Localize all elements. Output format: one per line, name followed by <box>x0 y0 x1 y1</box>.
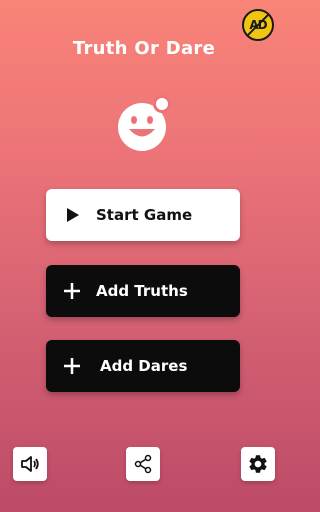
smiley-logo-icon <box>118 95 171 151</box>
add-truths-button[interactable]: Add Truths <box>46 265 240 317</box>
add-dares-label: Add Dares <box>100 357 188 375</box>
no-ads-icon <box>244 11 272 39</box>
gear-icon <box>249 455 267 473</box>
sound-toggle-button[interactable] <box>13 447 47 481</box>
share-button[interactable] <box>126 447 160 481</box>
plus-icon <box>62 356 82 376</box>
start-game-button[interactable]: Start Game <box>46 189 240 241</box>
add-dares-button[interactable]: Add Dares <box>46 340 240 392</box>
speaker-icon <box>21 456 39 472</box>
add-truths-label: Add Truths <box>96 282 188 300</box>
play-icon <box>62 205 82 225</box>
remove-ads-button[interactable]: AD <box>242 9 274 41</box>
page-title: Truth Or Dare <box>72 38 216 59</box>
settings-button[interactable] <box>241 447 275 481</box>
share-icon <box>134 454 152 474</box>
start-game-label: Start Game <box>96 206 193 224</box>
plus-icon <box>62 281 82 301</box>
